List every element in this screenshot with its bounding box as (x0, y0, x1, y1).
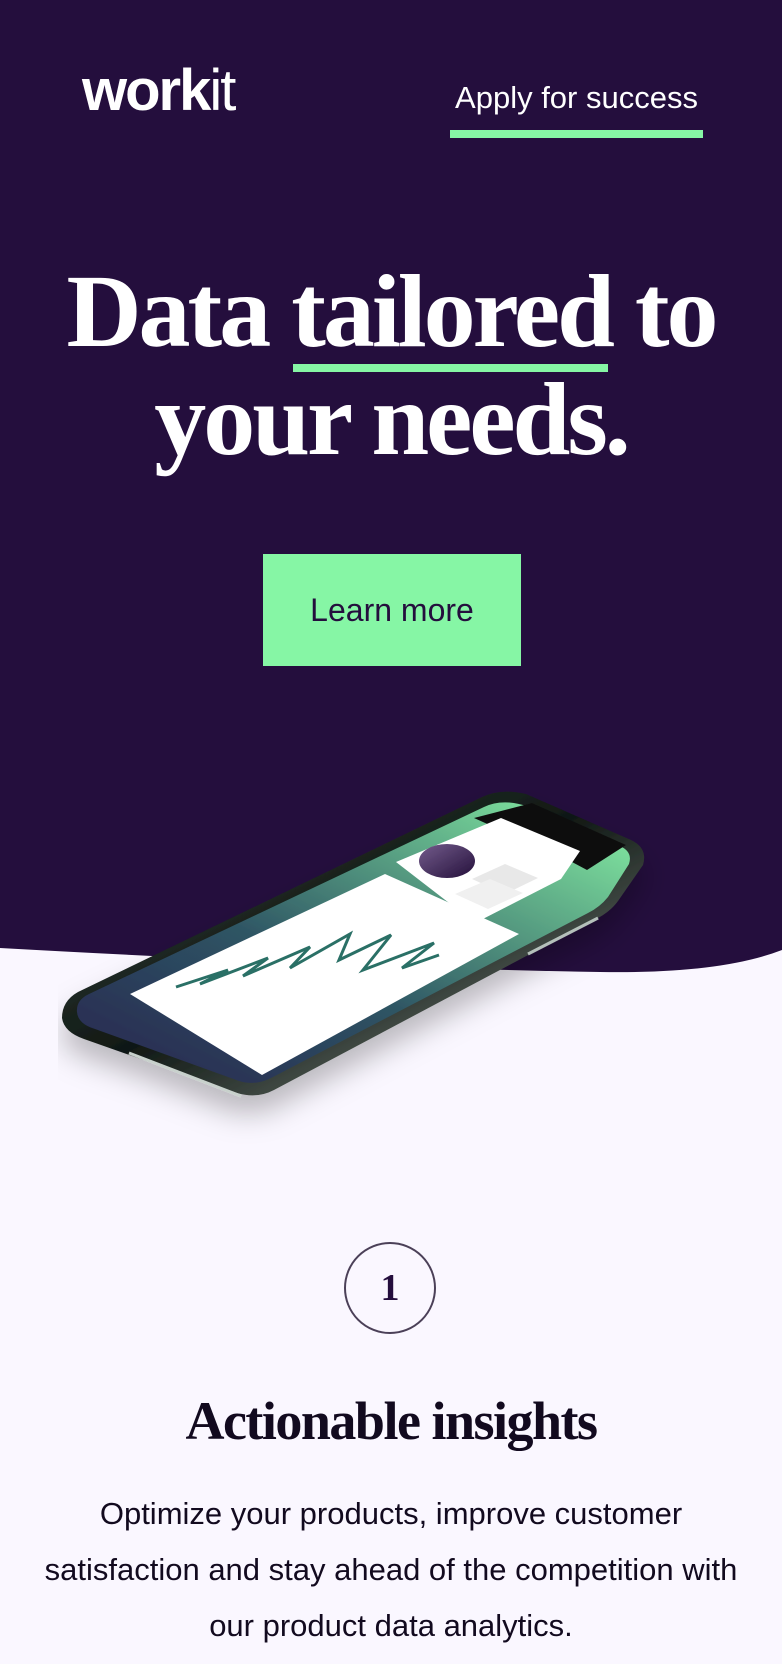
apply-link-underline (450, 130, 703, 138)
phone-mockup-icon (62, 791, 645, 1098)
learn-more-button[interactable]: Learn more (263, 554, 521, 666)
apply-link-label: Apply for success (455, 80, 698, 115)
feature-title: Actionable insights (185, 1391, 598, 1451)
profile-circle-icon (419, 844, 475, 878)
hero-title-highlight: tailored (291, 254, 615, 372)
landing-page: workit Apply for success Data tailored t… (0, 0, 782, 1664)
hero-title-before: Data (66, 254, 292, 369)
hero-title: Data tailored to your needs. (40, 258, 742, 474)
step-number-badge: 1 (344, 1242, 436, 1334)
site-header: workit Apply for success (0, 0, 782, 160)
workit-logo[interactable]: workit (82, 56, 236, 126)
feature-description: Optimize your products, improve customer… (44, 1496, 738, 1643)
apply-for-success-link[interactable]: Apply for success (450, 79, 703, 139)
logo-bold-text: work (82, 58, 211, 123)
logo-light-text: it (209, 58, 236, 123)
